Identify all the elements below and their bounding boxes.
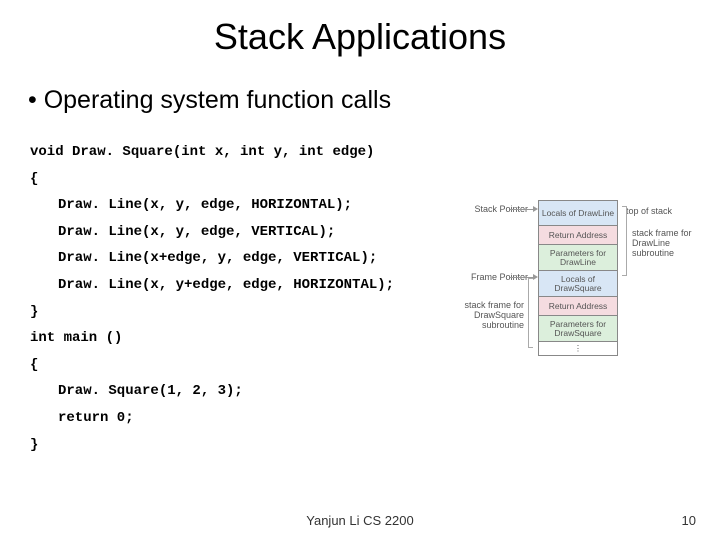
- arrow-icon: [510, 209, 534, 210]
- slide-number: 10: [682, 513, 696, 528]
- bracket-icon: [622, 206, 627, 276]
- stack-cell-return-addr: Return Address: [538, 297, 618, 316]
- stack-cell-params-drawline: Parameters for DrawLine: [538, 245, 618, 271]
- frame-label-drawline: stack frame for DrawLine subroutine: [632, 228, 702, 258]
- code-line: Draw. Square(1, 2, 3);: [30, 378, 720, 405]
- stack-column: Locals of DrawLine Return Address Parame…: [538, 200, 618, 356]
- stack-cell-locals-drawsquare: Locals of DrawSquare: [538, 271, 618, 297]
- stack-cell-params-drawsquare: Parameters for DrawSquare: [538, 316, 618, 342]
- top-of-stack-label: top of stack: [626, 206, 672, 216]
- frame-label-drawsquare: stack frame for DrawSquare subroutine: [448, 300, 524, 330]
- stack-cell-return-addr: Return Address: [538, 226, 618, 245]
- code-line: {: [30, 166, 720, 193]
- bullet-os-function-calls: • Operating system function calls: [0, 58, 720, 115]
- bracket-icon: [528, 278, 533, 348]
- code-line: }: [30, 432, 720, 459]
- code-line: void Draw. Square(int x, int y, int edge…: [30, 139, 720, 166]
- slide-title: Stack Applications: [0, 0, 720, 58]
- code-line: return 0;: [30, 405, 720, 432]
- stack-cell-dots: ⋮: [538, 342, 618, 356]
- stack-cell-locals-drawline: Locals of DrawLine: [538, 200, 618, 226]
- footer-author: Yanjun Li CS 2200: [0, 513, 720, 528]
